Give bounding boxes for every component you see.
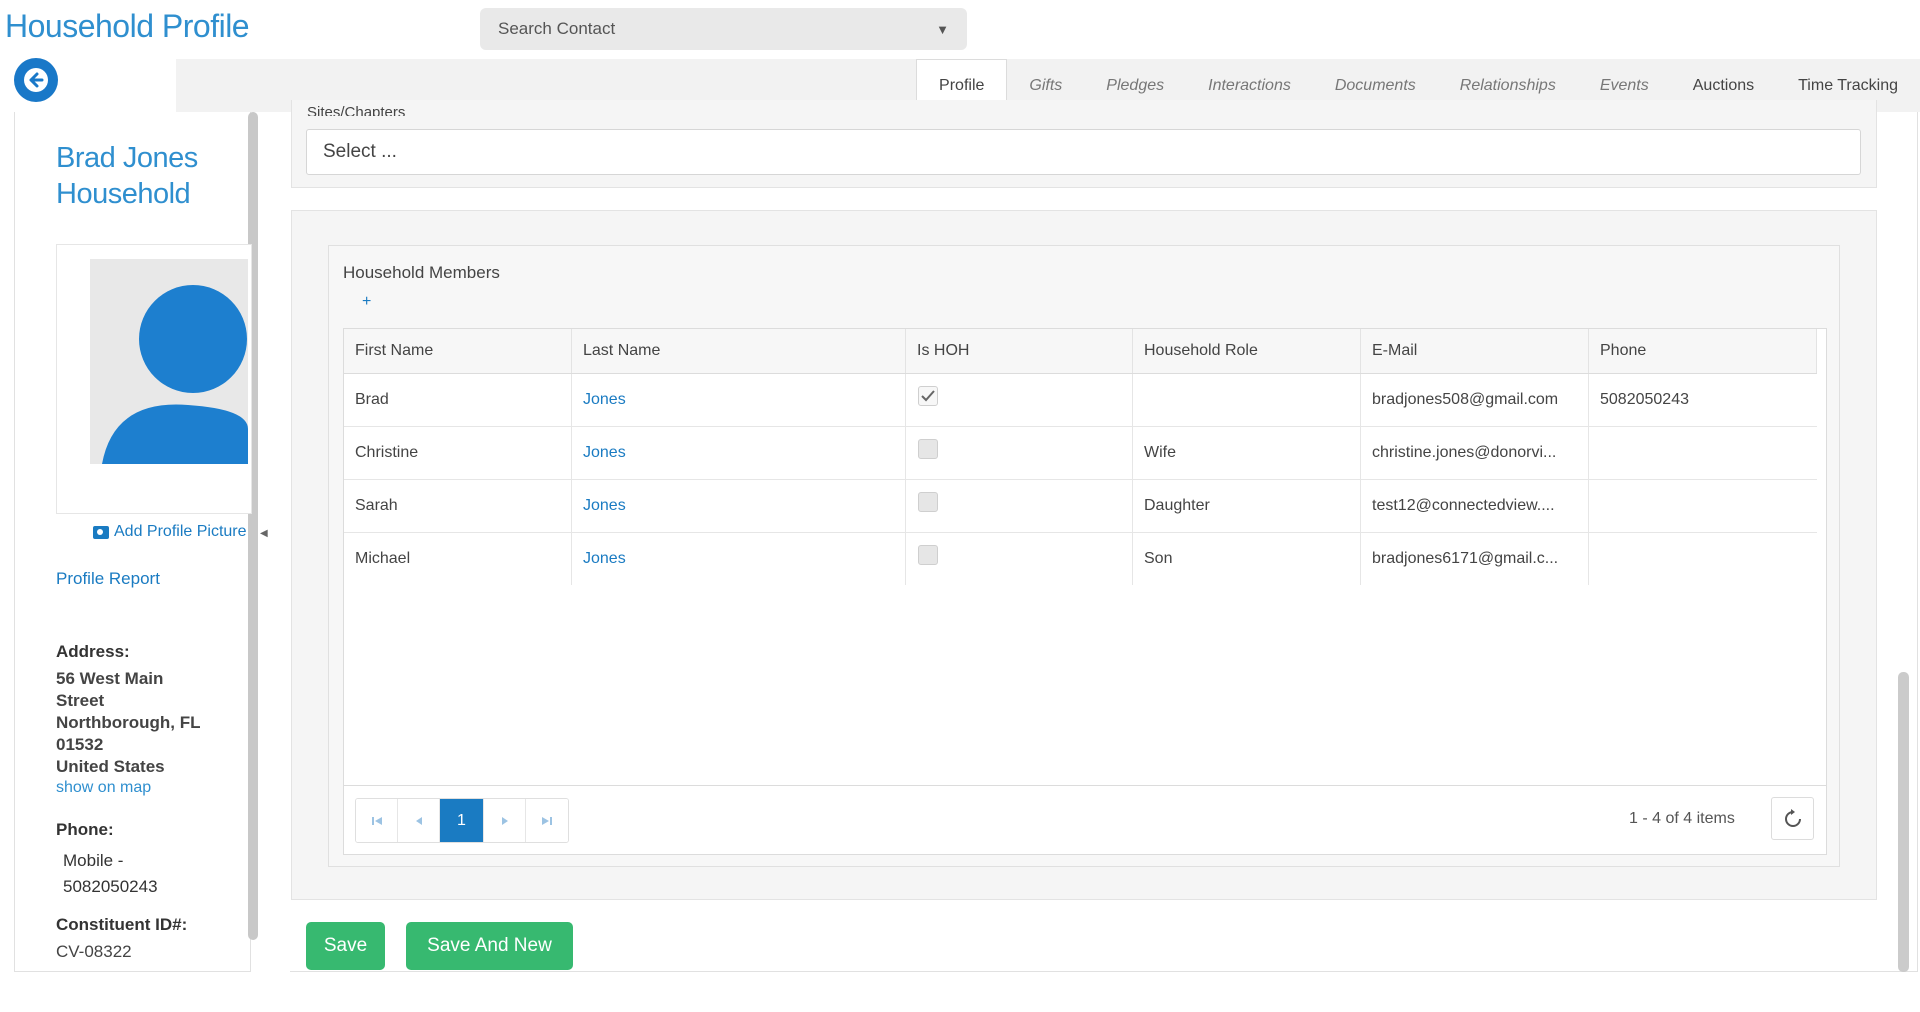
cell-is-hoh [906, 533, 1133, 585]
hoh-checkbox[interactable] [918, 492, 938, 512]
previous-page-icon [415, 816, 422, 825]
address-line: 56 West Main [56, 669, 164, 688]
grid-header: First Name Last Name Is HOH Household Ro… [344, 329, 1817, 374]
cell-email: bradjones508@gmail.com [1361, 374, 1589, 426]
household-name-line1: Brad Jones [56, 142, 198, 174]
phone-type: Mobile - [63, 851, 124, 870]
collapse-sidebar-icon[interactable]: ◀ [260, 528, 268, 539]
address-line: 01532 [56, 735, 104, 754]
save-button[interactable]: Save [306, 922, 385, 970]
address-line: Northborough, FL [56, 713, 201, 732]
add-profile-picture-label: Add Profile Picture [114, 523, 247, 540]
column-header-last-name[interactable]: Last Name [572, 329, 906, 373]
cell-phone [1589, 427, 1817, 479]
last-name-link[interactable]: Jones [572, 427, 906, 479]
cell-email: test12@connectedview.... [1361, 480, 1589, 532]
household-members-title: Household Members [343, 263, 500, 282]
pagination: 1 [355, 798, 569, 843]
profile-report-link[interactable]: Profile Report [56, 569, 160, 589]
cell-email: bradjones6171@gmail.c... [1361, 533, 1589, 585]
cell-household-role: Daughter [1133, 480, 1361, 532]
cell-phone [1589, 533, 1817, 585]
sites-chapters-select[interactable]: Select ... [306, 129, 1861, 175]
cell-phone [1589, 480, 1817, 532]
sites-chapters-label: Sites/Chapters [307, 104, 406, 116]
column-header-first-name[interactable]: First Name [344, 329, 572, 373]
refresh-button[interactable] [1771, 797, 1814, 840]
table-row[interactable]: Christine Jones Wife christine.jones@don… [344, 427, 1817, 480]
add-profile-picture-link[interactable]: Add Profile Picture [93, 523, 247, 541]
cell-household-role: Son [1133, 533, 1361, 585]
hoh-checkbox[interactable] [918, 386, 938, 406]
constituent-id-value: CV-08322 [56, 942, 132, 961]
cell-is-hoh [906, 374, 1133, 426]
table-row[interactable]: Brad Jones bradjones508@gmail.com 508205… [344, 374, 1817, 427]
table-row[interactable]: Sarah Jones Daughter test12@connectedvie… [344, 480, 1817, 533]
last-page-button[interactable] [526, 799, 568, 842]
household-name: Brad Jones Household [56, 140, 198, 212]
previous-page-button[interactable] [398, 799, 440, 842]
cell-email: christine.jones@donorvi... [1361, 427, 1589, 479]
address-line: United States [56, 757, 165, 776]
main-scrollbar[interactable] [1898, 672, 1909, 972]
profile-sidebar [14, 112, 251, 972]
show-on-map-link[interactable]: show on map [56, 779, 151, 797]
cell-is-hoh [906, 480, 1133, 532]
items-count: 1 - 4 of 4 items [1629, 810, 1735, 827]
checkmark-icon [921, 390, 935, 402]
sidebar-scrollbar[interactable] [248, 112, 258, 940]
hoh-checkbox[interactable] [918, 439, 938, 459]
camera-icon [93, 525, 109, 539]
add-member-button[interactable]: + [362, 293, 371, 311]
first-page-button[interactable] [356, 799, 398, 842]
next-page-icon [501, 816, 508, 825]
address-line: Street [56, 691, 105, 710]
back-button[interactable] [14, 58, 58, 102]
phone-number: 5082050243 [63, 877, 158, 896]
cell-is-hoh [906, 427, 1133, 479]
cell-first-name: Michael [344, 533, 572, 585]
last-name-link[interactable]: Jones [572, 480, 906, 532]
arrow-left-icon [24, 68, 48, 92]
hoh-checkbox[interactable] [918, 545, 938, 565]
phone-label: Phone: [56, 820, 114, 839]
phone-value: Mobile - 5082050243 [63, 848, 158, 900]
cell-phone: 5082050243 [1600, 391, 1689, 408]
address-label: Address: [56, 642, 130, 661]
last-name-link[interactable]: Jones [572, 374, 906, 426]
last-name-link[interactable]: Jones [572, 533, 906, 585]
constituent-id-label: Constituent ID#: [56, 915, 188, 934]
save-and-new-button[interactable]: Save And New [406, 922, 573, 970]
first-page-icon [371, 816, 382, 825]
column-header-household-role[interactable]: Household Role [1133, 329, 1361, 373]
cell-first-name: Christine [344, 427, 572, 479]
caret-down-icon: ▼ [936, 21, 949, 37]
search-placeholder: Search Contact [498, 19, 616, 38]
avatar [90, 259, 248, 464]
table-row[interactable]: Michael Jones Son bradjones6171@gmail.c.… [344, 533, 1817, 586]
cell-first-name: Sarah [344, 480, 572, 532]
last-page-icon [542, 816, 552, 825]
next-page-button[interactable] [484, 799, 526, 842]
column-header-email[interactable]: E-Mail [1361, 329, 1589, 373]
household-name-line2: Household [56, 178, 191, 210]
cell-household-role [1133, 374, 1361, 426]
search-contact-dropdown[interactable]: Search Contact ▼ [480, 8, 967, 50]
column-header-is-hoh[interactable]: Is HOH [906, 329, 1133, 373]
cell-household-role: Wife [1133, 427, 1361, 479]
address-value: 56 West Main Street Northborough, FL 015… [56, 668, 236, 778]
user-silhouette-icon [102, 285, 248, 464]
refresh-icon [1784, 808, 1801, 827]
page-title: Household Profile [5, 8, 250, 44]
page-1-button[interactable]: 1 [440, 799, 484, 842]
column-header-phone[interactable]: Phone [1589, 329, 1817, 373]
cell-first-name: Brad [344, 374, 572, 426]
